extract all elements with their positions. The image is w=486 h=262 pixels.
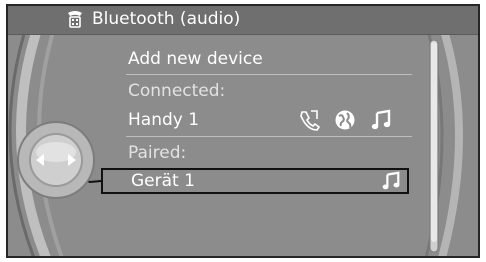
idrive-controller-icon [17,121,95,199]
scrollbar[interactable] [428,40,440,252]
display-screen: Bluetooth (audio) Add new device Connect… [6,4,480,258]
